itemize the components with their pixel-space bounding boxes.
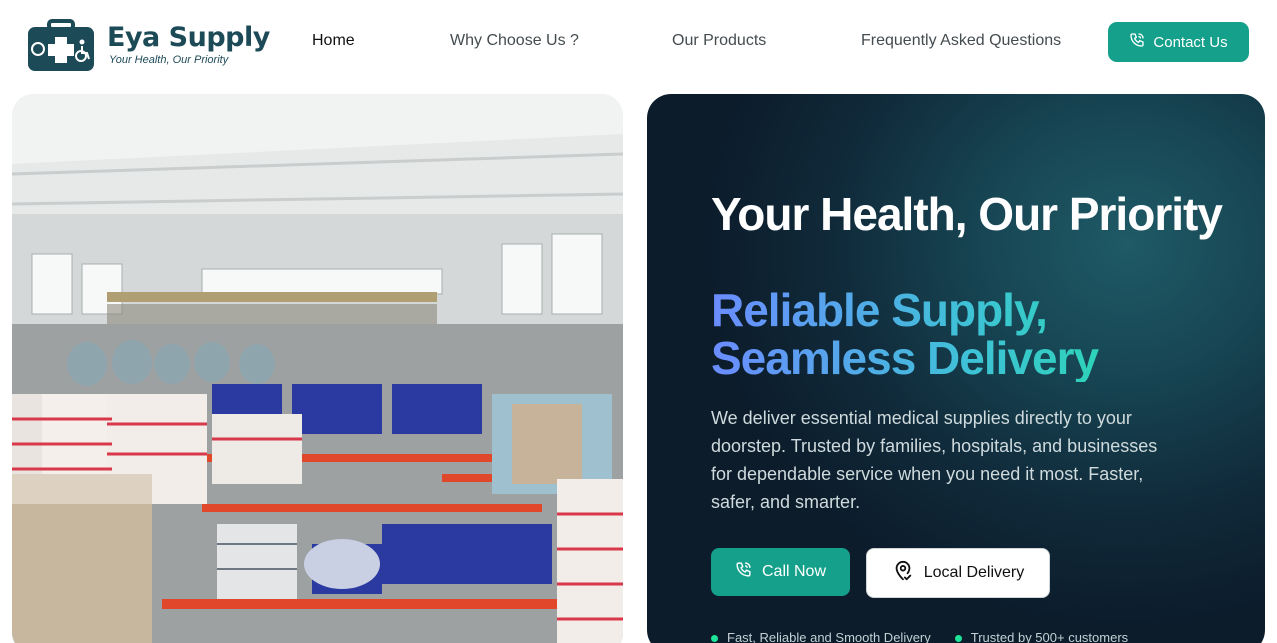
hero-description: We deliver essential medical supplies di… bbox=[711, 408, 1158, 512]
feature-list: Fast, Reliable and Smooth Delivery Trust… bbox=[711, 630, 1128, 643]
nav-faq[interactable]: Frequently Asked Questions bbox=[861, 31, 1061, 51]
phone-icon bbox=[735, 561, 752, 583]
bullet-dot-icon bbox=[954, 635, 962, 643]
local-delivery-label: Local Delivery bbox=[923, 564, 1025, 581]
main-nav: Home Why Choose Us ? Our Products Freque… bbox=[0, 31, 1277, 53]
call-now-label: Call Now bbox=[761, 563, 826, 580]
phone-icon bbox=[1129, 32, 1145, 52]
local-delivery-button[interactable]: Local Delivery bbox=[866, 548, 1050, 598]
contact-us-label: Contact Us bbox=[1153, 33, 1228, 51]
feature-item: Trusted by 500+ customers bbox=[954, 630, 1128, 643]
brand-tagline: Your Health, Our Priority bbox=[109, 54, 229, 66]
hero-section: Your Health, Our Priority Reliable Suppl… bbox=[647, 94, 1265, 643]
warehouse-photo bbox=[12, 94, 623, 643]
contact-us-button[interactable]: Contact Us bbox=[1108, 22, 1249, 62]
hero-title: Your Health, Our Priority bbox=[711, 188, 1223, 240]
nav-why-choose-us[interactable]: Why Choose Us ? bbox=[450, 31, 579, 51]
call-now-button[interactable]: Call Now bbox=[711, 548, 850, 596]
nav-home[interactable]: Home bbox=[312, 31, 355, 51]
site-header: Eya Supply Your Health, Our Priority Hom… bbox=[0, 0, 1277, 86]
feature-item: Fast, Reliable and Smooth Delivery bbox=[711, 630, 931, 643]
bullet-dot-icon bbox=[711, 635, 718, 643]
nav-our-products[interactable]: Our Products bbox=[672, 31, 766, 51]
location-pin-icon bbox=[892, 560, 914, 587]
hero-subtitle: Reliable Supply, Seamless Delivery bbox=[711, 286, 1231, 382]
